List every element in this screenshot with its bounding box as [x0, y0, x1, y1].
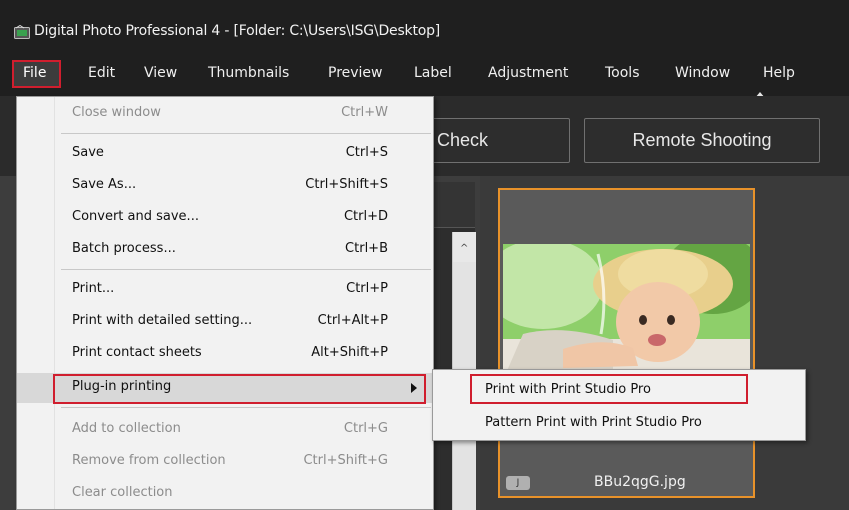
menu-bar: File Edit View Thumbnails Preview Label …: [0, 56, 849, 96]
menu-help[interactable]: Help: [763, 65, 795, 81]
menu-thumbnails[interactable]: Thumbnails: [208, 65, 289, 81]
menu-separator: [61, 269, 431, 270]
menu-item-close-window[interactable]: Close window Ctrl+W: [17, 99, 433, 129]
window-title: Digital Photo Professional 4 - [Folder: …: [34, 23, 441, 39]
menu-adjustment[interactable]: Adjustment: [488, 65, 568, 81]
child-photo-image: [503, 244, 750, 380]
menu-tools[interactable]: Tools: [605, 65, 640, 81]
print-studio-pro-highlight: [470, 374, 748, 404]
menu-edit[interactable]: Edit: [88, 65, 115, 81]
scroll-up-icon[interactable]: ^: [460, 243, 468, 254]
menu-label[interactable]: Label: [414, 65, 452, 81]
file-type-badge: J: [506, 476, 530, 490]
menu-file-label: File: [23, 65, 47, 81]
remote-shooting-button[interactable]: Remote Shooting: [584, 118, 820, 163]
menu-window[interactable]: Window: [675, 65, 730, 81]
menu-item-print[interactable]: Print... Ctrl+P: [17, 275, 433, 305]
app-icon: [14, 25, 30, 39]
menu-item-convert-and-save[interactable]: Convert and save... Ctrl+D: [17, 203, 433, 233]
menu-item-print-contact-sheets[interactable]: Print contact sheets Alt+Shift+P: [17, 339, 433, 369]
menu-preview[interactable]: Preview: [328, 65, 383, 81]
thumbnail-filename: BBu2qgG.jpg: [594, 474, 686, 490]
file-menu-dropdown: Close window Ctrl+W Save Ctrl+S Save As.…: [16, 96, 434, 510]
menu-view[interactable]: View: [144, 65, 177, 81]
menu-item-batch-process[interactable]: Batch process... Ctrl+B: [17, 235, 433, 265]
menu-separator: [61, 407, 431, 408]
thumbnail-photo[interactable]: [503, 244, 750, 380]
check-button[interactable]: Check: [430, 118, 570, 163]
menu-item-add-to-collection[interactable]: Add to collection Ctrl+G: [17, 415, 433, 445]
submenu-item-pattern-print-studio-pro[interactable]: Pattern Print with Print Studio Pro: [433, 408, 805, 438]
menu-item-print-detailed[interactable]: Print with detailed setting... Ctrl+Alt+…: [17, 307, 433, 337]
title-bar: Digital Photo Professional 4 - [Folder: …: [0, 0, 849, 56]
menu-item-clear-collection[interactable]: Clear collection: [17, 479, 433, 509]
menu-item-save[interactable]: Save Ctrl+S: [17, 139, 433, 169]
plugin-printing-highlight: [53, 374, 426, 404]
menu-file[interactable]: File: [12, 60, 61, 88]
folder-panel-header: [430, 182, 475, 228]
menu-separator: [61, 133, 431, 134]
menu-item-save-as[interactable]: Save As... Ctrl+Shift+S: [17, 171, 433, 201]
menu-item-remove-from-collection[interactable]: Remove from collection Ctrl+Shift+G: [17, 447, 433, 477]
